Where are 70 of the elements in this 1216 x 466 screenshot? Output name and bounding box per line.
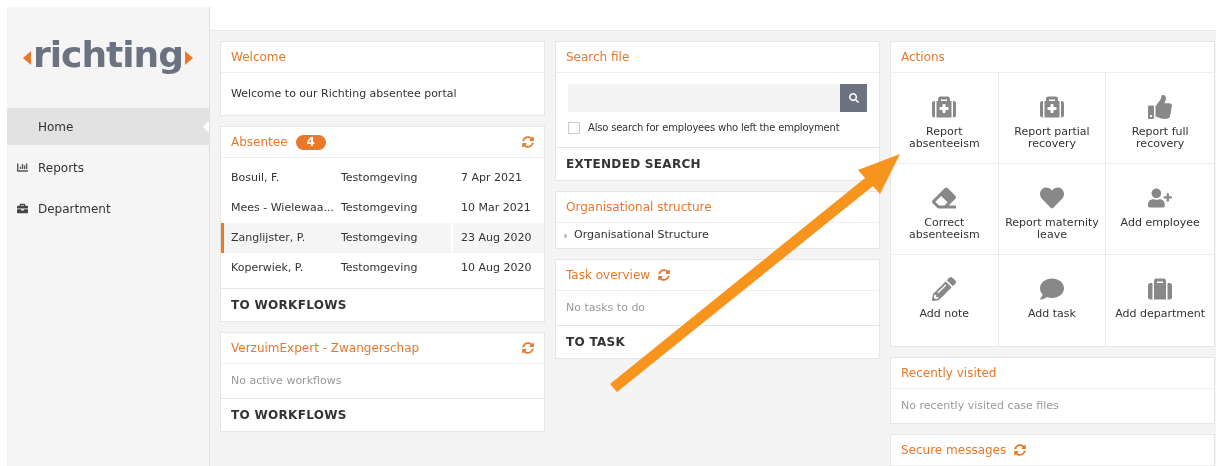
refresh-icon[interactable] bbox=[658, 269, 671, 281]
table-cell-text: 7 Apr 2021 bbox=[461, 169, 522, 186]
table-cell-text: Testomgeving bbox=[341, 199, 419, 216]
welcome-text: Welcome to our Richting absentee portal bbox=[231, 85, 457, 102]
table-cell-text: 23 Aug 2020 bbox=[461, 229, 532, 246]
card-title: Actions bbox=[901, 49, 945, 66]
footer-link[interactable]: TO WORKFLOWS bbox=[231, 296, 347, 314]
speech-bubble-icon bbox=[1040, 277, 1064, 301]
action-tile[interactable]: Report maternity leave bbox=[998, 164, 1107, 255]
table-cell-text: Bosuil, F. bbox=[230, 169, 281, 186]
table-row[interactable]: Bosuil, F. Testomgeving 7 Apr 2021 bbox=[221, 163, 544, 193]
action-tile[interactable]: Add task bbox=[998, 255, 1107, 346]
card-title: Search file bbox=[566, 49, 630, 66]
table-row[interactable]: Mees - Wielewaa... Testomgeving 10 Mar 2021 bbox=[221, 193, 544, 223]
action-tile[interactable]: Correct absenteeism bbox=[891, 164, 999, 255]
checkbox[interactable] bbox=[568, 121, 580, 134]
card-title: Task overview bbox=[566, 267, 651, 284]
action-tile[interactable]: Add note bbox=[891, 255, 999, 346]
sidebar-item[interactable]: Reports bbox=[7, 149, 209, 186]
action-tile[interactable]: Report partial recovery bbox=[998, 73, 1107, 164]
card-title: Welcome bbox=[231, 49, 286, 66]
table-cell-text: Koperwiek, P. bbox=[230, 259, 305, 276]
search-icon bbox=[848, 93, 859, 103]
thumbs-up-icon bbox=[1148, 95, 1173, 119]
empty-message: No recently visited case files bbox=[901, 397, 1059, 414]
empty-message: No tasks to do bbox=[566, 299, 646, 316]
medkit-icon bbox=[932, 95, 957, 119]
table-cell-text: Mees - Wielewaa... bbox=[230, 199, 335, 216]
user-plus-icon bbox=[1148, 186, 1173, 210]
sidebar-item[interactable]: Department bbox=[7, 190, 209, 227]
refresh-icon[interactable] bbox=[522, 342, 534, 354]
suitcase-icon bbox=[1148, 277, 1173, 301]
logo: richting bbox=[23, 36, 193, 79]
eraser-icon bbox=[932, 186, 957, 210]
search-button[interactable] bbox=[840, 84, 867, 112]
table-cell-text: Zanglijster, P. bbox=[230, 229, 307, 246]
bar-chart-icon bbox=[17, 162, 28, 173]
medkit-icon bbox=[1040, 95, 1064, 119]
tree-item[interactable]: Organisational Structure bbox=[556, 223, 879, 248]
briefcase-icon bbox=[17, 203, 28, 214]
pencil-icon bbox=[932, 277, 957, 301]
sidebar-item[interactable]: Home bbox=[7, 108, 209, 145]
action-tile[interactable]: Add department bbox=[1106, 255, 1214, 346]
table-row[interactable]: Koperwiek, P. Testomgeving 10 Aug 2020 bbox=[221, 253, 544, 283]
table-cell-text: Testomgeving bbox=[341, 169, 419, 186]
table-cell-text: Testomgeving bbox=[341, 259, 419, 276]
table-cell-text: 10 Mar 2021 bbox=[461, 199, 531, 216]
refresh-icon[interactable] bbox=[1014, 444, 1027, 456]
refresh-icon[interactable] bbox=[522, 136, 534, 148]
card-title: Secure messages bbox=[901, 442, 1007, 459]
action-tile[interactable]: Report full recovery bbox=[1106, 73, 1214, 164]
card-title: Absentee bbox=[231, 134, 288, 151]
footer-link[interactable]: TO WORKFLOWS bbox=[231, 406, 347, 424]
footer-link[interactable]: EXTENDED SEARCH bbox=[566, 155, 701, 173]
action-tile[interactable]: Report absenteeism bbox=[891, 73, 999, 164]
search-field[interactable] bbox=[568, 84, 867, 112]
card-title: VerzuimExpert - Zwangerschap bbox=[231, 340, 420, 357]
action-tile[interactable]: Add employee bbox=[1106, 164, 1214, 255]
count-badge: 4 bbox=[295, 134, 326, 150]
caret-icon bbox=[562, 231, 570, 240]
left-triangle-icon bbox=[23, 50, 31, 65]
heart-icon bbox=[1040, 186, 1064, 210]
right-triangle-icon bbox=[185, 50, 193, 65]
card-title: Organisational structure bbox=[566, 199, 712, 216]
empty-message: No active workflows bbox=[231, 372, 342, 389]
checkbox-label: Also search for employees who left the employment bbox=[588, 121, 840, 135]
footer-link[interactable]: TO TASK bbox=[566, 333, 626, 351]
table-cell-text: 10 Aug 2020 bbox=[461, 259, 532, 276]
card-title: Recently visited bbox=[901, 365, 997, 382]
table-cell-text: Testomgeving bbox=[341, 229, 419, 246]
